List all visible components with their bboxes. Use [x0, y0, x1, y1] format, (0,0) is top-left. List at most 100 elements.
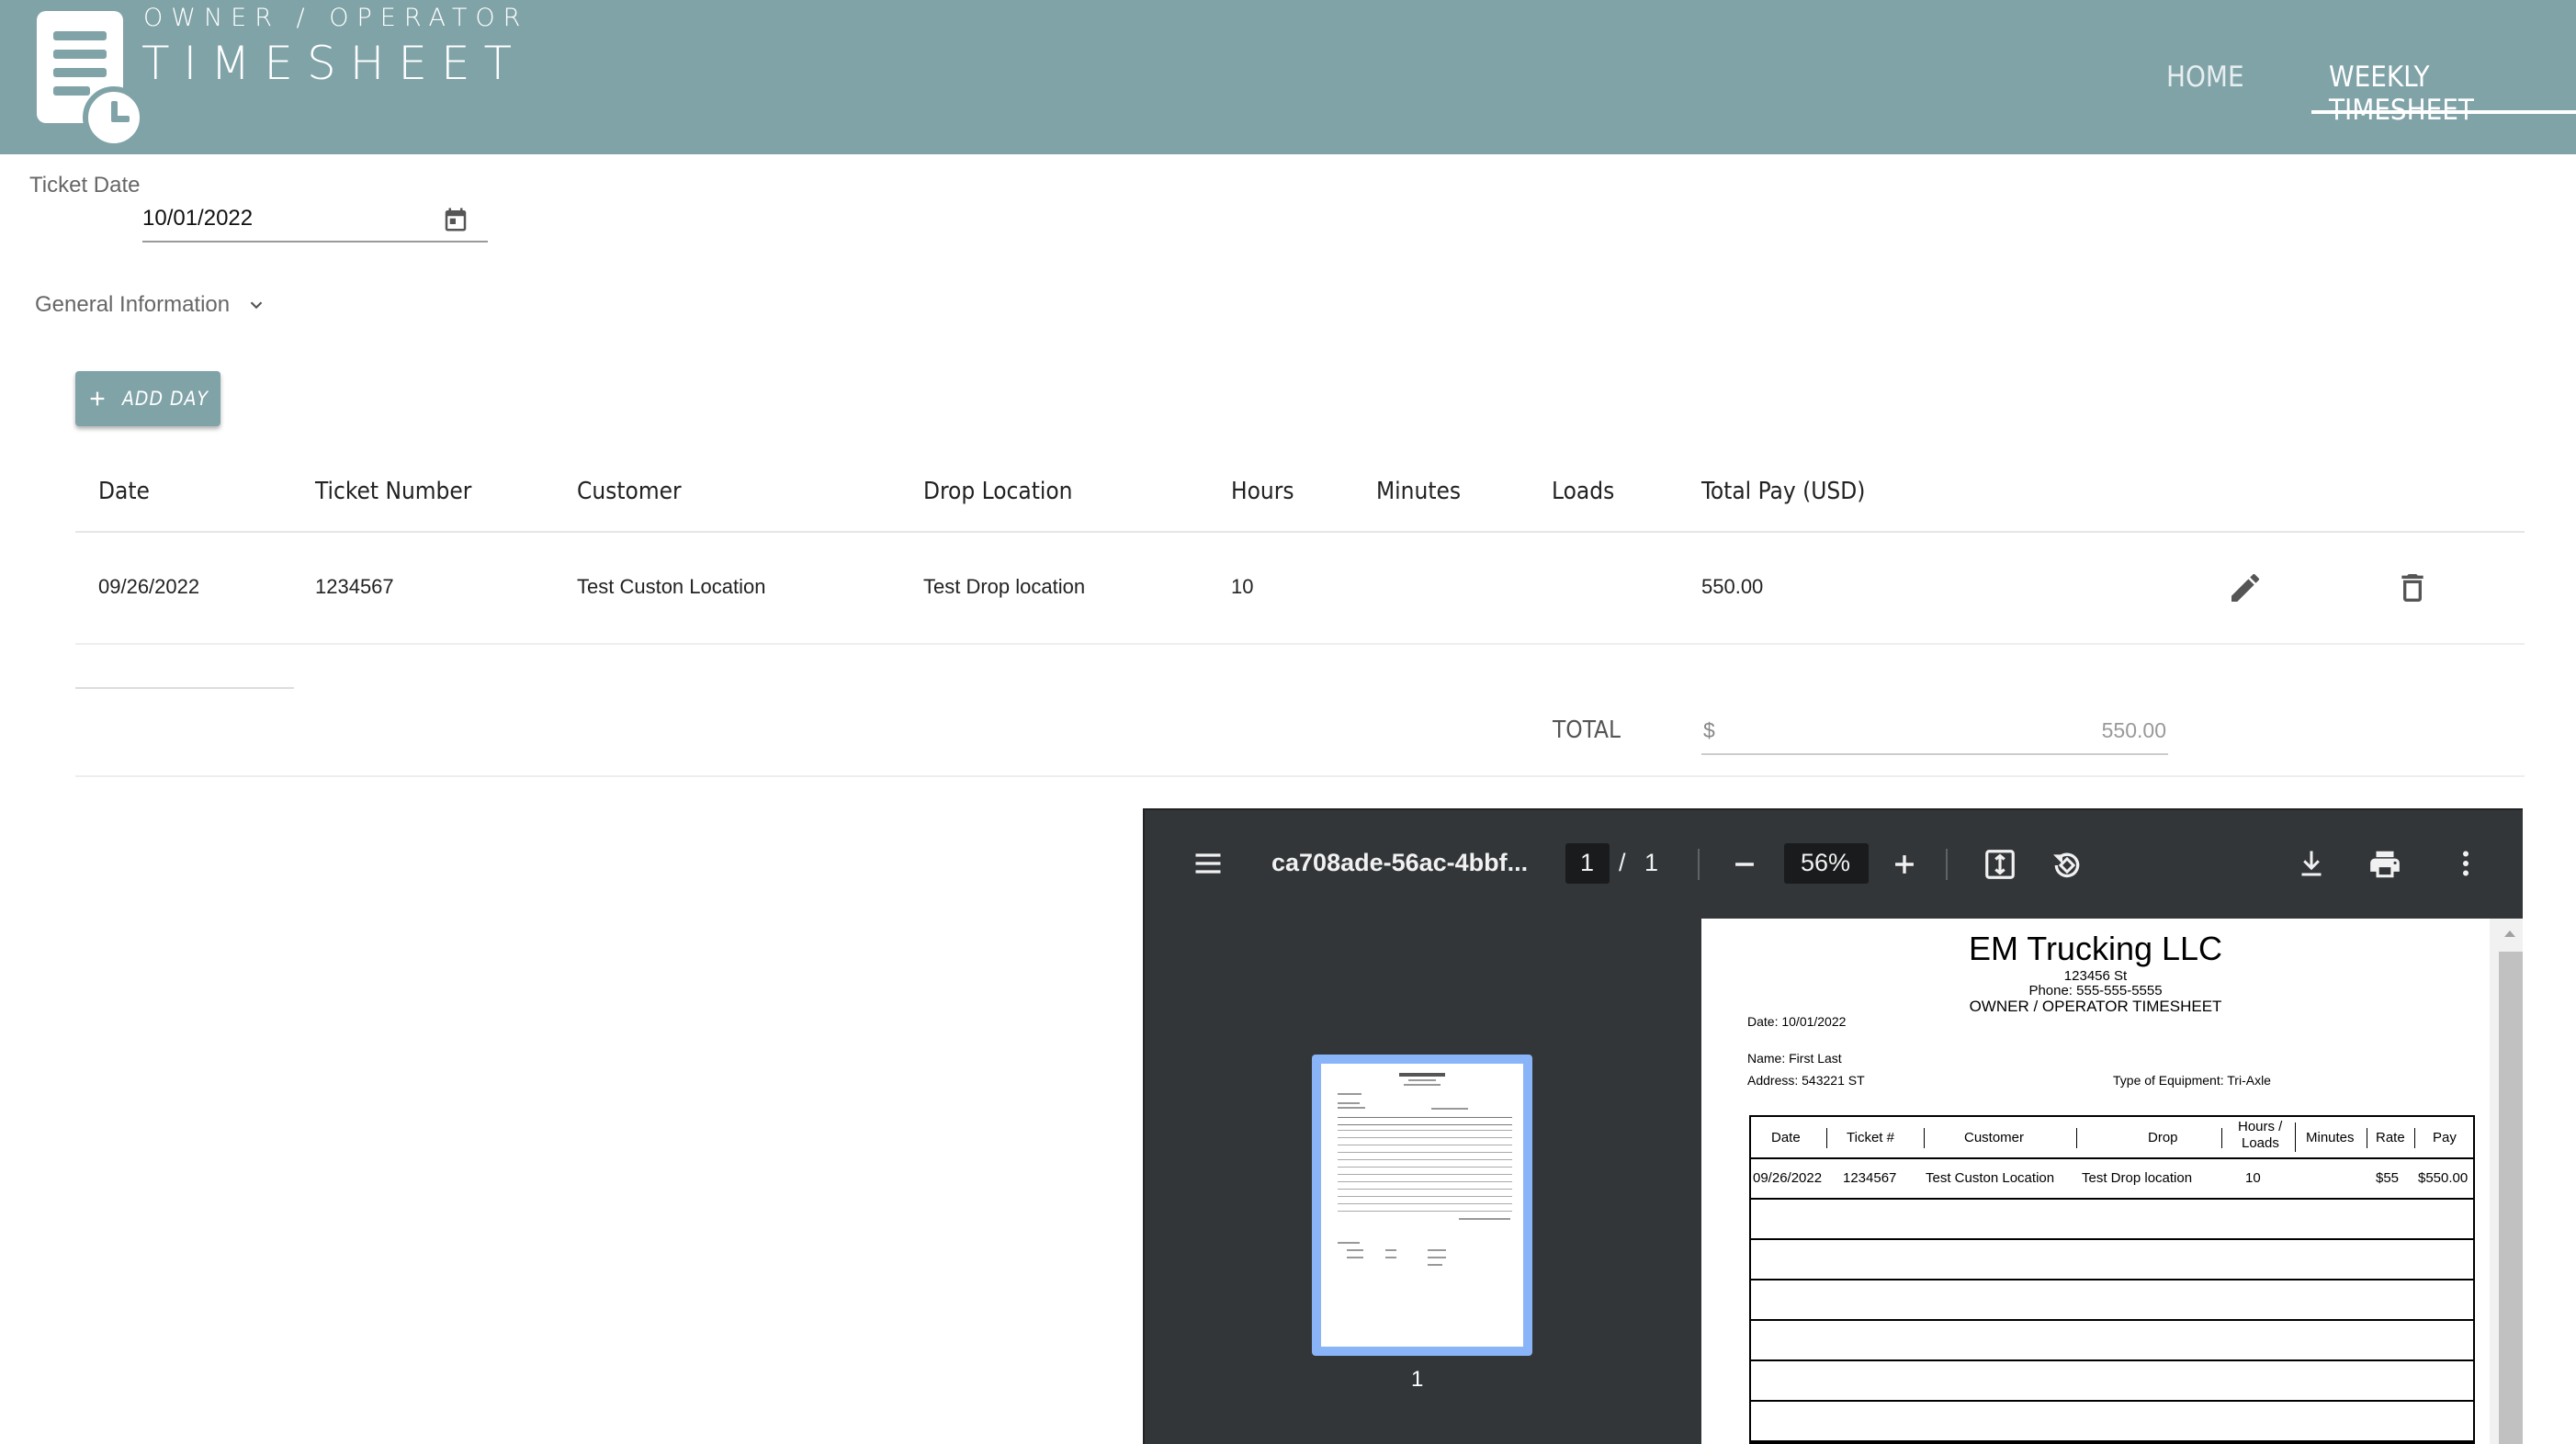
doc-col-ticket: Ticket # [1847, 1130, 1894, 1145]
cell-customer: Test Custon Location [577, 575, 766, 598]
ticket-date-value: 10/01/2022 [142, 206, 254, 231]
total-value: 550.00 [2101, 718, 2166, 742]
table-footer-divider [75, 687, 294, 689]
doc-name: Name: First Last [1747, 1051, 1842, 1066]
col-header-date: Date [98, 478, 150, 505]
page-total: 1 [1644, 849, 1659, 876]
ticket-date-input[interactable]: 10/01/2022 [142, 204, 488, 243]
cell-date: 09/26/2022 [98, 575, 200, 598]
more-options-icon[interactable] [2449, 847, 2482, 880]
doc-equipment: Type of Equipment: Tri-Axle [2113, 1073, 2271, 1088]
total-field: $ 550.00 [1701, 715, 2168, 755]
col-header-minutes: Minutes [1376, 478, 1462, 505]
logo-title: TIMESHEET [141, 37, 526, 90]
add-day-button[interactable]: ADD DAY [75, 371, 220, 426]
col-header-hours: Hours [1231, 478, 1294, 505]
scroll-up-arrow-icon[interactable] [2499, 924, 2521, 942]
page-current: 1 [1580, 849, 1595, 876]
fit-page-icon[interactable] [1983, 847, 2017, 882]
edit-icon[interactable] [2227, 570, 2264, 606]
doc-table-row [1751, 1200, 2473, 1240]
table-row-divider [75, 643, 2525, 645]
doc-cell-pay: $550.00 [2418, 1170, 2469, 1186]
doc-cell-ticket: 1234567 [1843, 1170, 1897, 1186]
doc-title: OWNER / OPERATOR TIMESHEET [1969, 998, 2222, 1015]
doc-table-row [1751, 1280, 2473, 1321]
table-header-divider [75, 531, 2525, 533]
col-header-customer: Customer [577, 478, 682, 505]
doc-company: EM Trucking LLC [1968, 930, 2223, 967]
page-thumbnail[interactable] [1312, 1055, 1532, 1356]
ticket-date-label: Ticket Date [29, 173, 141, 197]
clock-icon [83, 86, 145, 149]
logo-subtitle: OWNER / OPERATOR [143, 4, 529, 32]
doc-table-row [1751, 1361, 2473, 1402]
general-information-toggle[interactable]: General Information [35, 292, 266, 318]
doc-date: Date: 10/01/2022 [1747, 1014, 1847, 1029]
nav-home[interactable]: HOME [2166, 61, 2244, 94]
add-day-label: ADD DAY [121, 388, 209, 410]
pdf-filename: ca708ade-56ac-4bbf... [1271, 849, 1529, 876]
col-header-loads: Loads [1552, 478, 1615, 505]
general-information-label: General Information [35, 292, 231, 317]
chevron-down-icon [250, 301, 263, 310]
menu-icon[interactable] [1191, 847, 1226, 880]
doc-col-rate: Rate [2376, 1130, 2405, 1145]
doc-cell-rate: $55 [2376, 1170, 2400, 1186]
cell-drop-location: Test Drop location [923, 575, 1086, 598]
plus-icon [90, 391, 105, 406]
doc-table-row [1751, 1321, 2473, 1361]
zoom-out-icon[interactable] [1729, 849, 1760, 880]
zoom-in-icon[interactable] [1889, 849, 1920, 880]
doc-cell-drop: Test Drop location [2082, 1170, 2193, 1186]
toolbar-separator [1946, 849, 1948, 880]
total-divider [75, 775, 2525, 777]
cell-total-pay: 550.00 [1701, 575, 1764, 598]
calendar-icon[interactable] [442, 204, 469, 235]
thumbnail-sidebar: 1 [1145, 919, 1701, 1444]
delete-icon[interactable] [2394, 570, 2431, 606]
doc-col-pay: Pay [2433, 1130, 2457, 1145]
doc-cell-date: 09/26/2022 [1753, 1170, 1823, 1186]
nav-weekly-timesheet[interactable]: WEEKLY TIMESHEET [2329, 61, 2576, 127]
thumbnail-page-number: 1 [1411, 1367, 1424, 1392]
pdf-viewer: ca708ade-56ac-4bbf... 1 / 1 56% 1 EM Tru… [1143, 808, 2523, 1444]
col-header-drop-location: Drop Location [923, 478, 1073, 505]
doc-col-customer: Customer [1964, 1130, 2025, 1145]
doc-col-hours-2: Loads [2242, 1135, 2279, 1151]
total-currency: $ [1703, 718, 1715, 742]
doc-cell-customer: Test Custon Location [1926, 1170, 2055, 1186]
doc-col-date: Date [1771, 1130, 1801, 1145]
doc-col-hours-1: Hours / [2238, 1119, 2283, 1134]
pdf-scrollbar-thumb[interactable] [2499, 952, 2523, 1444]
print-icon[interactable] [2367, 847, 2403, 882]
cell-ticket-number: 1234567 [315, 575, 394, 598]
doc-table-header: Date Ticket # Customer Drop Hours / Load… [1751, 1117, 2473, 1159]
col-header-ticket-number: Ticket Number [315, 478, 472, 505]
pdf-page: EM Trucking LLC 123456 St Phone: 555-555… [1701, 919, 2490, 1444]
doc-phone: Phone: 555-555-5555 [2028, 983, 2163, 998]
doc-street: 123456 St [2063, 968, 2128, 984]
doc-col-minutes: Minutes [2306, 1130, 2355, 1145]
doc-table-row: 09/26/2022 1234567 Test Custon Location … [1751, 1159, 2473, 1200]
thumbnail-page [1321, 1064, 1523, 1347]
doc-col-drop: Drop [2148, 1130, 2178, 1145]
total-label: TOTAL [1553, 716, 1621, 744]
doc-timesheet-table: Date Ticket # Customer Drop Hours / Load… [1749, 1115, 2475, 1444]
thumbnail-preview-graphic [1338, 1073, 1512, 1266]
pdf-document-area: EM Trucking LLC 123456 St Phone: 555-555… [1701, 919, 2523, 1444]
pdf-toolbar: ca708ade-56ac-4bbf... 1 / 1 56% [1145, 810, 2523, 919]
zoom-level: 56% [1801, 849, 1851, 876]
col-header-total-pay: Total Pay (USD) [1701, 478, 1866, 505]
doc-address: Address: 543221 ST [1747, 1073, 1865, 1088]
nav-active-indicator [2311, 110, 2576, 114]
doc-table-row [1751, 1402, 2473, 1442]
download-icon[interactable] [2295, 847, 2328, 880]
cell-hours: 10 [1231, 575, 1254, 598]
page-separator: / [1619, 849, 1626, 876]
rotate-icon[interactable] [2049, 847, 2085, 884]
doc-table-row [1751, 1240, 2473, 1280]
doc-cell-hours: 10 [2245, 1170, 2261, 1186]
toolbar-separator [1698, 849, 1700, 880]
app-header: OWNER / OPERATOR TIMESHEET HOME WEEKLY T… [0, 0, 2576, 154]
